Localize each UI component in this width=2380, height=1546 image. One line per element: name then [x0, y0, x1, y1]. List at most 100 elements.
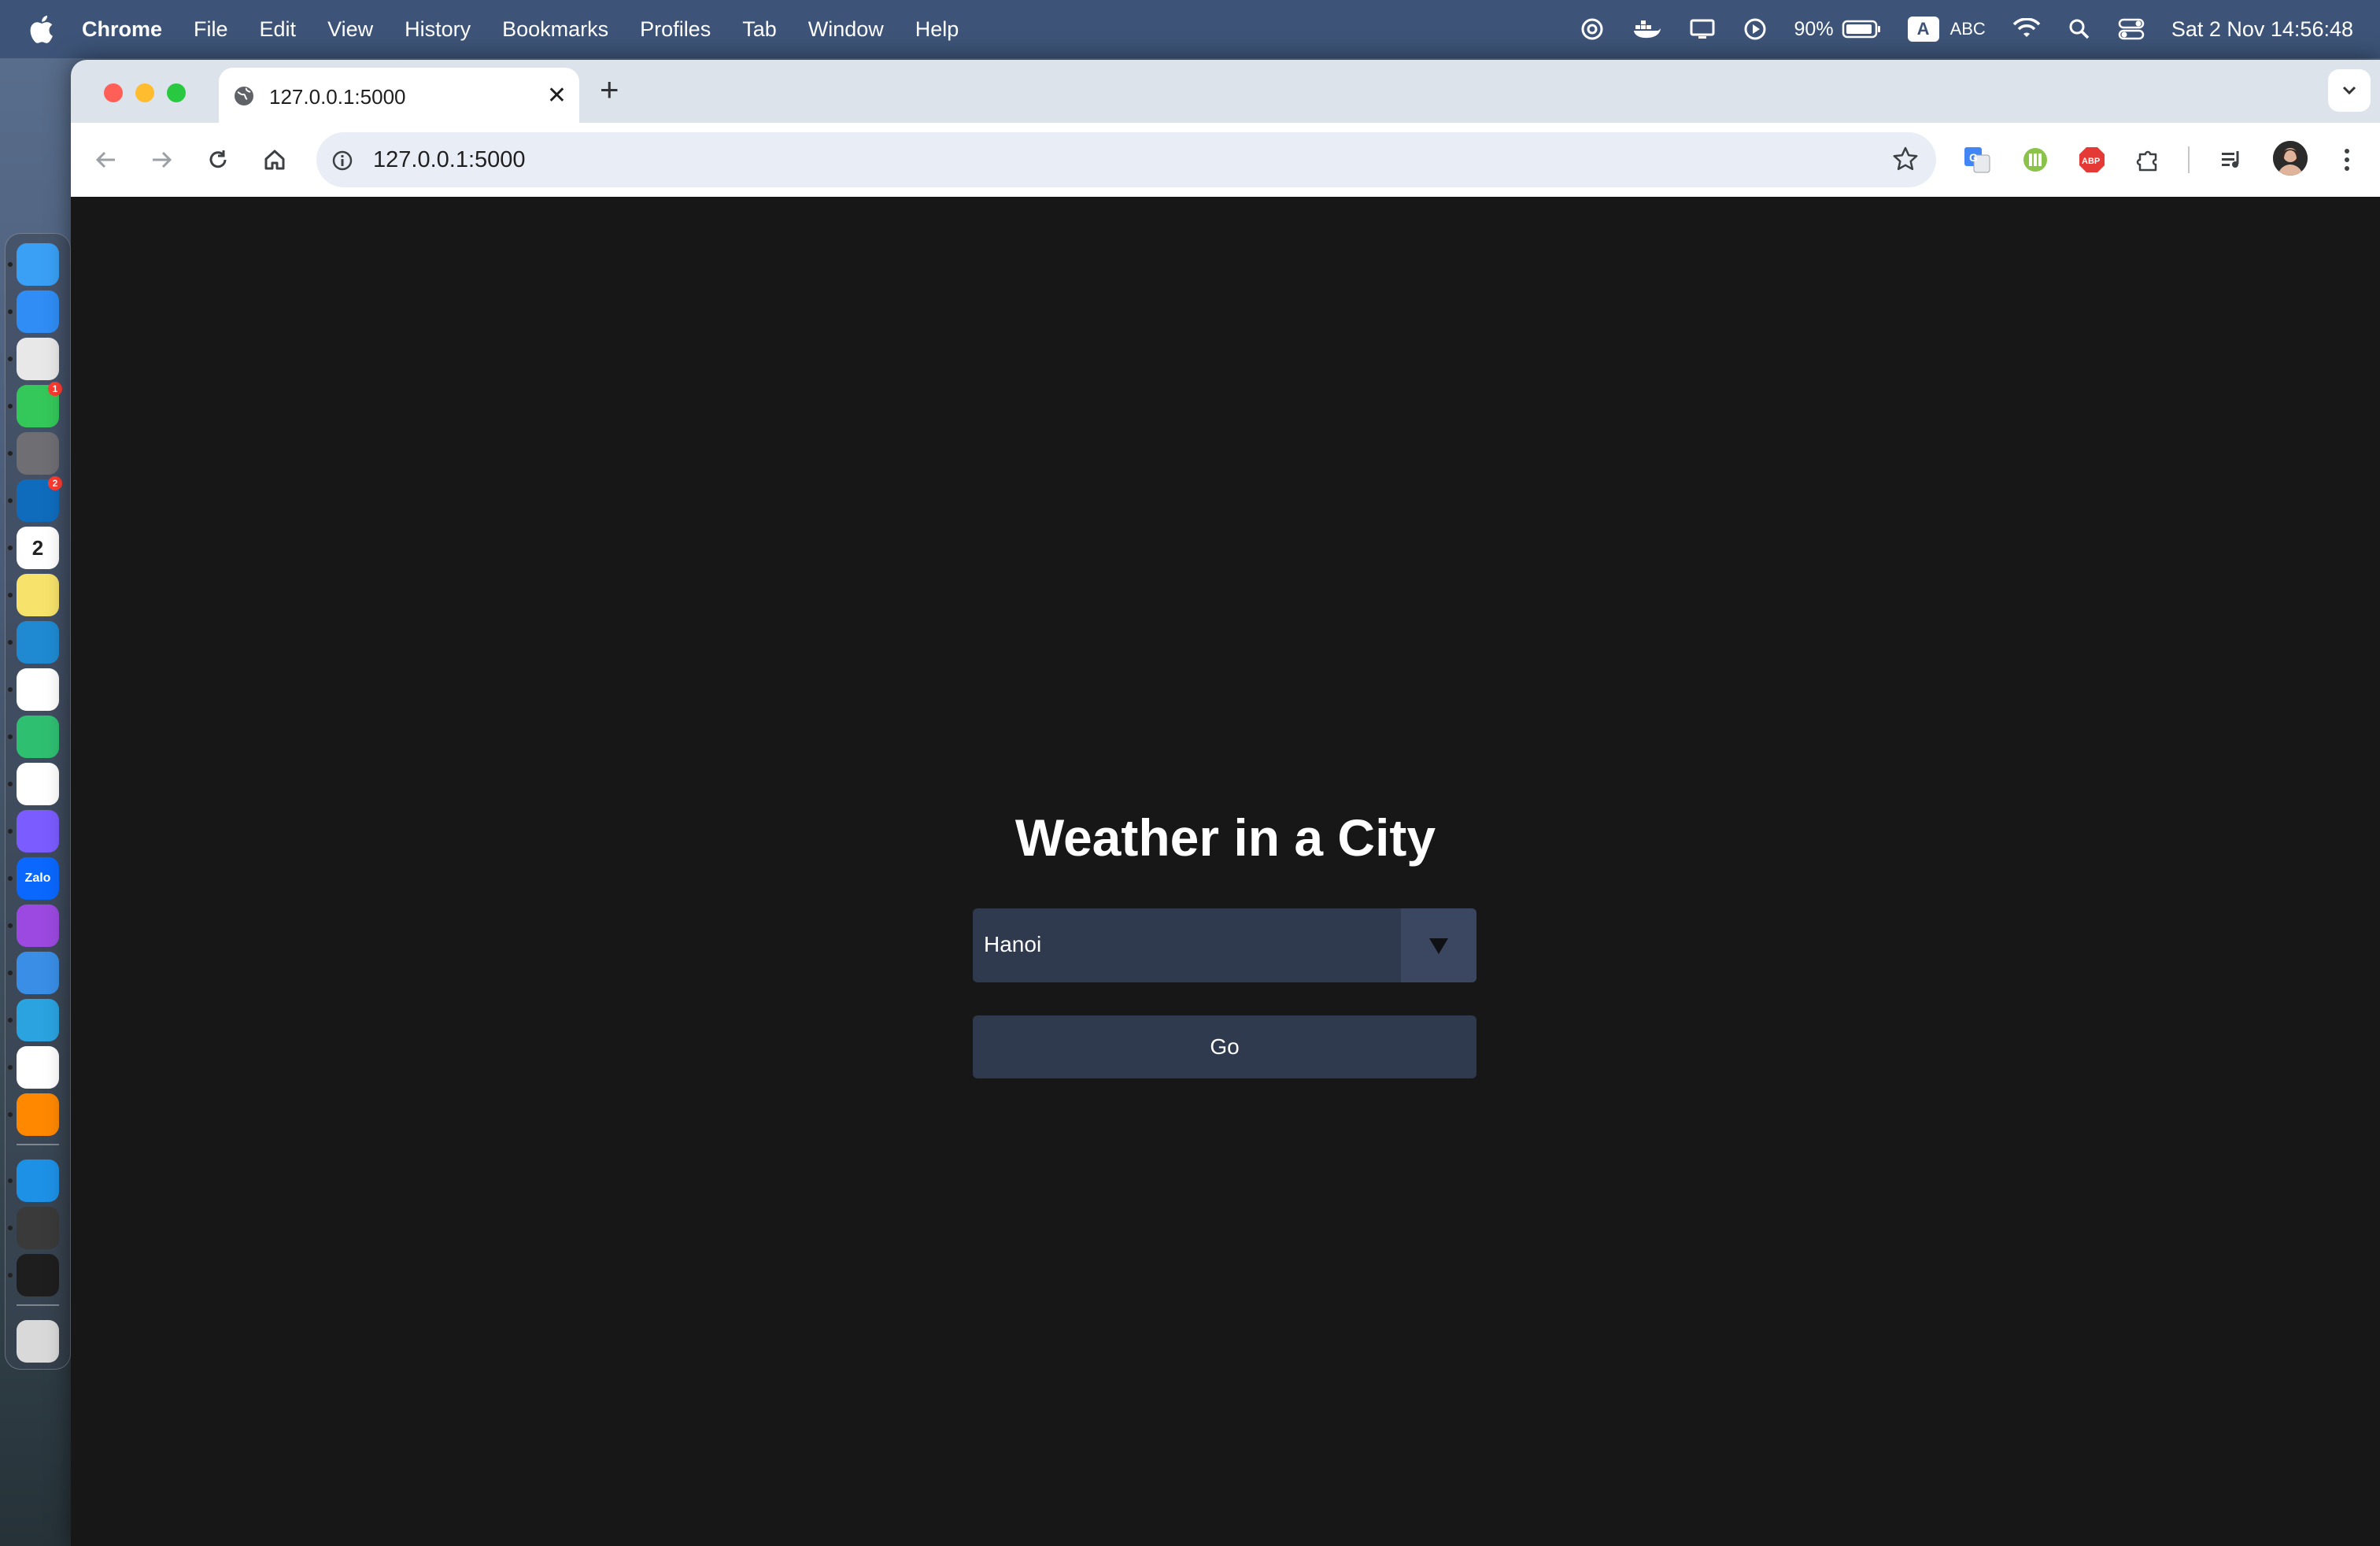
adblock-plus-icon[interactable]: ABP	[2073, 141, 2111, 179]
dock-app-green-icon[interactable]	[17, 716, 59, 758]
dock-safari-icon[interactable]	[17, 290, 59, 333]
dock-telegram-icon[interactable]	[17, 999, 59, 1041]
dock-running-indicator	[8, 262, 13, 267]
dock-running-indicator	[8, 404, 13, 409]
close-tab-icon[interactable]: ✕	[547, 82, 567, 109]
dock-system-settings-icon[interactable]	[17, 432, 59, 475]
menu-edit[interactable]: Edit	[260, 17, 297, 42]
dock-chrome-icon[interactable]	[17, 668, 59, 711]
media-controls-icon[interactable]	[2213, 141, 2251, 179]
dock-vlc-icon[interactable]	[17, 1093, 59, 1136]
battery-icon[interactable]	[1842, 19, 1881, 39]
dock-running-indicator	[8, 498, 13, 503]
profile-avatar[interactable]	[2273, 141, 2308, 176]
docker-icon[interactable]	[1632, 17, 1662, 41]
dock-running-indicator	[8, 1273, 13, 1278]
address-bar[interactable]: 127.0.0.1:5000	[316, 132, 1936, 187]
google-translate-icon[interactable]: G	[1958, 141, 1996, 179]
extension-green-icon[interactable]	[2016, 141, 2054, 179]
dock-zalo-icon[interactable]: Zalo	[17, 857, 59, 900]
menu-bar: Chrome File Edit View History Bookmarks …	[0, 0, 2380, 58]
dock-running-indicator	[8, 593, 13, 597]
toolbar-divider	[2188, 146, 2190, 173]
input-source-badge[interactable]: A	[1907, 17, 1939, 42]
go-button[interactable]: Go	[973, 1015, 1476, 1078]
menu-tab[interactable]: Tab	[742, 17, 777, 42]
menu-profiles[interactable]: Profiles	[640, 17, 711, 42]
tab-search-button[interactable]	[2328, 69, 2371, 112]
menu-history[interactable]: History	[405, 17, 471, 42]
dock-running-indicator	[8, 782, 13, 786]
city-select-toggle[interactable]	[1401, 908, 1476, 982]
menu-help[interactable]: Help	[915, 17, 959, 42]
tab-active[interactable]: 127.0.0.1:5000 ✕	[219, 68, 579, 123]
dock-calendar-icon[interactable]: 2	[17, 527, 59, 569]
dock-weather-icon[interactable]	[17, 952, 59, 994]
control-center-icon[interactable]	[2118, 17, 2145, 41]
input-source-label[interactable]: ABC	[1950, 19, 1986, 39]
dock-trash-icon[interactable]	[17, 1320, 59, 1363]
dock-running-indicator	[8, 309, 13, 314]
dock-app-dark-icon[interactable]	[17, 1207, 59, 1249]
dock-running-indicator	[8, 451, 13, 456]
dock-outlook-icon[interactable]: 2	[17, 476, 62, 522]
extensions-puzzle-icon[interactable]	[2130, 141, 2168, 179]
page-content: Weather in a City Hanoi Go	[71, 197, 2380, 1546]
arrow-right-icon	[153, 151, 172, 168]
minimize-window-button[interactable]	[135, 83, 154, 102]
menubar-clock[interactable]: Sat 2 Nov 14:56:48	[2171, 17, 2353, 42]
dock-running-indicator	[8, 876, 13, 881]
chrome-menu-icon[interactable]	[2328, 141, 2366, 179]
browser-window: 127.0.0.1:5000 ✕ + 127.0.0.1:5000 G ABP …	[71, 60, 2380, 1546]
dock-running-indicator	[8, 687, 13, 692]
chevron-down-icon	[2342, 86, 2356, 95]
menu-bookmarks[interactable]: Bookmarks	[502, 17, 608, 42]
play-icon[interactable]	[1743, 17, 1768, 42]
zoom-window-button[interactable]	[167, 83, 186, 102]
dock-badge: 2	[48, 476, 62, 490]
dock-messenger-icon[interactable]	[17, 810, 59, 853]
dock-separator	[17, 1144, 59, 1145]
dock-vscode-icon[interactable]	[17, 621, 59, 664]
dock: 1 2 2 Zalo	[5, 233, 71, 1370]
dock-finder-icon[interactable]	[17, 243, 59, 286]
page-title: Weather in a City	[1014, 808, 1436, 867]
chatgpt-icon[interactable]	[1579, 16, 1606, 43]
url-text[interactable]: 127.0.0.1:5000	[373, 147, 526, 173]
menu-window[interactable]: Window	[808, 17, 884, 42]
back-button[interactable]	[88, 142, 124, 178]
dock-running-indicator	[8, 640, 13, 645]
dock-terminal-icon[interactable]	[17, 1254, 59, 1296]
dock-running-indicator	[8, 1018, 13, 1023]
close-window-button[interactable]	[104, 83, 123, 102]
svg-text:ABP: ABP	[2082, 157, 2100, 166]
menu-file[interactable]: File	[194, 17, 228, 42]
site-info-icon[interactable]	[331, 149, 354, 176]
apple-menu-icon[interactable]	[30, 13, 58, 45]
city-select[interactable]: Hanoi	[973, 908, 1476, 982]
dock-podcasts-icon[interactable]	[17, 904, 59, 947]
dock-messages-icon[interactable]: 1	[17, 382, 62, 427]
dock-notes-icon[interactable]	[17, 574, 59, 616]
home-icon	[264, 150, 285, 170]
dock-docker-icon[interactable]	[17, 1160, 59, 1202]
wifi-icon[interactable]	[2012, 18, 2041, 40]
spotlight-icon[interactable]	[2068, 17, 2091, 41]
dock-chatgpt-icon[interactable]	[17, 1046, 59, 1089]
svg-text:G: G	[1969, 151, 1978, 164]
menu-app-chrome[interactable]: Chrome	[82, 17, 162, 42]
dock-running-indicator	[8, 546, 13, 550]
dock-running-indicator	[8, 1226, 13, 1230]
menu-view[interactable]: View	[327, 17, 373, 42]
home-button[interactable]	[257, 142, 293, 178]
browser-toolbar: 127.0.0.1:5000 G ABP	[71, 123, 2380, 198]
dock-launchpad-icon[interactable]	[17, 338, 59, 380]
forward-button[interactable]	[143, 142, 179, 178]
bookmark-star-icon[interactable]	[1892, 146, 1919, 176]
new-tab-button[interactable]: +	[600, 71, 619, 109]
reload-button[interactable]	[200, 142, 236, 178]
tab-title: 127.0.0.1:5000	[269, 85, 406, 109]
display-icon[interactable]	[1689, 17, 1716, 41]
dock-running-indicator	[8, 971, 13, 975]
dock-photos-icon[interactable]	[17, 763, 59, 805]
